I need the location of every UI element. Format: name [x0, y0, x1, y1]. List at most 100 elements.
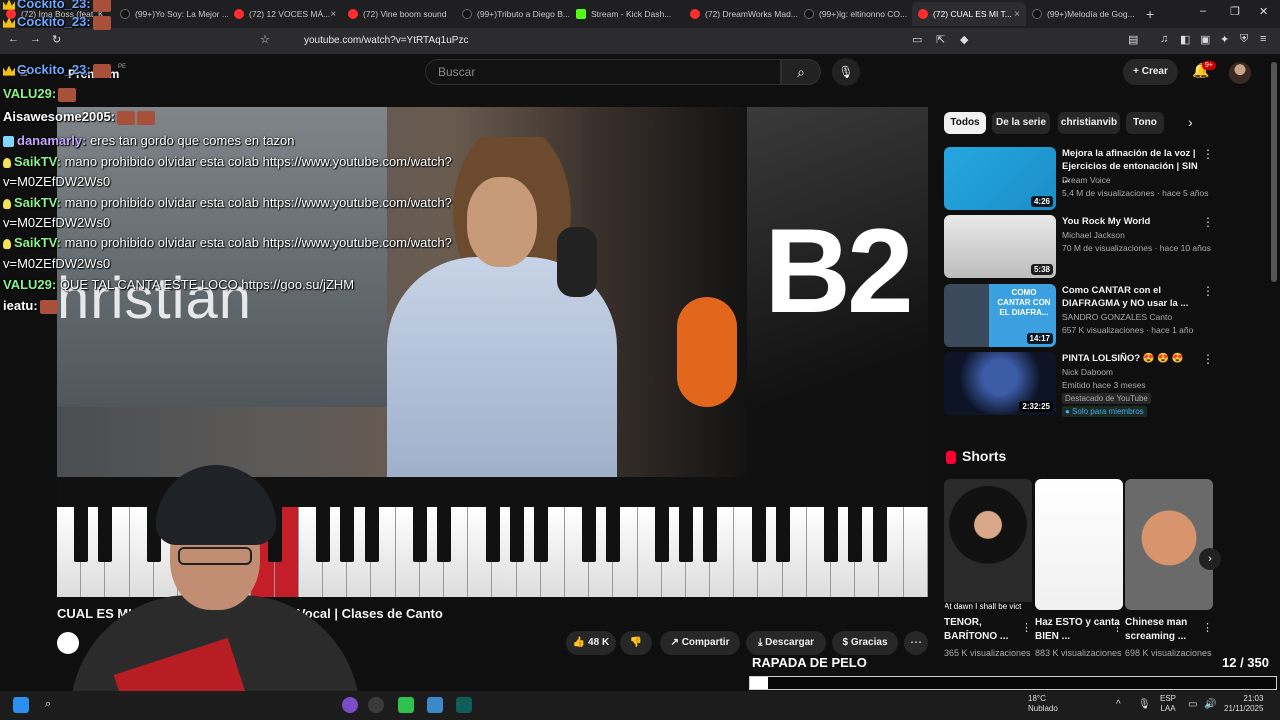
- brave-shield-icon[interactable]: ◆: [960, 33, 968, 46]
- language-indicator[interactable]: ESP LAA: [1160, 694, 1176, 714]
- browser-tab[interactable]: (72) DreamWorks Mad...: [684, 2, 798, 26]
- close-icon[interactable]: ×: [330, 9, 336, 20]
- search-button[interactable]: ⌕: [781, 59, 821, 85]
- channel-name[interactable]: Michael Jackson: [1062, 230, 1125, 240]
- monitor-icon[interactable]: [427, 697, 443, 713]
- browser-tab[interactable]: (99+)Yo Soy: La Mejor ...: [114, 2, 228, 26]
- back-icon[interactable]: ←: [8, 33, 19, 45]
- channel-name[interactable]: Nick Daboom: [1062, 367, 1113, 377]
- browser-tab[interactable]: (99+)lg: eltinonno CO...: [798, 2, 912, 26]
- search-input[interactable]: Buscar: [425, 59, 781, 85]
- obs-icon[interactable]: [368, 697, 384, 713]
- recommended-video[interactable]: COMO CANTAR CON EL DIAFRA... 14:17 Como CA…: [944, 284, 1214, 348]
- forward-icon[interactable]: →: [30, 33, 41, 45]
- system-clock[interactable]: 21:03 21/11/2025: [1224, 694, 1263, 714]
- browser-tab[interactable]: (72) 12 VOCES MÁ... ×: [228, 2, 342, 26]
- short-thumbnail[interactable]: At dawn I shall be vict: [944, 479, 1032, 610]
- video-thumbnail[interactable]: COMO CANTAR CON EL DIAFRA... 14:17: [944, 284, 1056, 347]
- shorts-next-button[interactable]: ›: [1199, 548, 1221, 570]
- short-title[interactable]: TENOR, BARÍTONO ...: [944, 616, 1032, 644]
- singer-face: [467, 177, 537, 267]
- tray-chevron-icon[interactable]: ^: [1116, 699, 1121, 710]
- more-options-icon[interactable]: ⋮: [1202, 284, 1214, 298]
- video-title[interactable]: You Rock My World: [1062, 215, 1202, 228]
- create-button[interactable]: + Crear: [1123, 59, 1178, 85]
- browser-tab[interactable]: (99+)Tributo a Diego B...: [456, 2, 570, 26]
- filter-chip[interactable]: Todos: [944, 112, 986, 134]
- sidebar-icon[interactable]: ▤: [1128, 33, 1138, 46]
- recommended-video[interactable]: 5:38 You Rock My World Michael Jackson 70 M…: [944, 215, 1214, 279]
- recommended-video[interactable]: 2:32:25 PINTA LOLSIÑO? 😍 😍 😍 Nick Daboom Em…: [944, 352, 1214, 417]
- piano-black-key: [848, 507, 863, 562]
- more-options-icon[interactable]: ⋮: [1202, 352, 1214, 366]
- media-icon[interactable]: ♫: [1160, 33, 1168, 45]
- chevron-right-icon[interactable]: ›: [1188, 114, 1193, 130]
- wallet-icon[interactable]: ▣: [1200, 33, 1210, 46]
- windows-start-icon[interactable]: [13, 697, 29, 713]
- share-button[interactable]: ↗ Compartir: [660, 631, 740, 655]
- play-icon[interactable]: [398, 697, 414, 713]
- page-scrollbar[interactable]: [1271, 62, 1277, 282]
- more-options-icon[interactable]: ⋮: [1202, 147, 1214, 161]
- network-icon[interactable]: ▭: [1188, 699, 1197, 710]
- thanks-button[interactable]: $ Gracias: [832, 631, 898, 655]
- panel-icon[interactable]: ◧: [1180, 33, 1190, 46]
- clock-date: 21/11/2025: [1224, 704, 1264, 713]
- bookmark-icon[interactable]: ☆: [260, 33, 270, 46]
- chat-message: v=M0ZEfDW2Ws0: [3, 213, 110, 233]
- browser-tab[interactable]: (72) Vine boom sound: [342, 2, 456, 26]
- short-title[interactable]: Haz ESTO y canta BIEN ...: [1035, 616, 1123, 644]
- terminal-icon[interactable]: [456, 697, 472, 713]
- minimize-icon[interactable]: –: [1200, 5, 1206, 17]
- share-icon[interactable]: ⇱: [936, 33, 945, 46]
- video-title[interactable]: Como CANTAR con el DIAFRAGMA y NO usar l…: [1062, 284, 1202, 310]
- chat-text: QUE TAL CANTA ESTE LOCO https://goo.su/j…: [56, 277, 355, 292]
- volume-icon[interactable]: 🔊: [1204, 699, 1216, 710]
- more-options-icon[interactable]: ⋮: [1112, 621, 1123, 634]
- download-button[interactable]: ⤓ Descargar: [746, 631, 826, 655]
- browser-tab[interactable]: (72) CUAL ES MI T... ×: [912, 2, 1026, 26]
- reload-icon[interactable]: ↻: [52, 33, 61, 46]
- more-options-icon[interactable]: ⋮: [1202, 621, 1213, 634]
- more-options-icon[interactable]: ⋮: [1021, 621, 1032, 634]
- browser-tab[interactable]: (99+)Melodía de Gog...: [1026, 2, 1140, 26]
- filter-chip[interactable]: De la serie: [992, 112, 1050, 134]
- chat-emote: [39, 299, 58, 314]
- more-options-icon[interactable]: ⋮: [1202, 215, 1214, 229]
- filter-chip[interactable]: Tono: [1126, 112, 1164, 134]
- piano-black-key: [606, 507, 621, 562]
- close-window-icon[interactable]: ✕: [1259, 5, 1268, 18]
- maximize-icon[interactable]: ❐: [1230, 5, 1240, 18]
- channel-name[interactable]: SANDRO GONZALES Canto: [1062, 312, 1172, 322]
- short-thumbnail[interactable]: [1035, 479, 1123, 610]
- channel-name[interactable]: Dream Voice: [1062, 175, 1111, 185]
- short-title[interactable]: Chinese man screaming ...: [1125, 616, 1213, 644]
- leo-icon[interactable]: ✦: [1220, 33, 1229, 46]
- dislike-button[interactable]: 👎: [620, 631, 652, 655]
- cast-icon[interactable]: ▭: [912, 33, 922, 46]
- short-item[interactable]: Haz ESTO y canta BIEN ... 883 K visualiza…: [1035, 479, 1123, 659]
- video-thumbnail[interactable]: 5:38: [944, 215, 1056, 278]
- short-item[interactable]: At dawn I shall be vict TENOR, BARÍTONO .…: [944, 479, 1032, 659]
- close-icon[interactable]: ×: [1014, 9, 1020, 20]
- account-avatar[interactable]: [1229, 62, 1251, 84]
- browser-tab[interactable]: Stream - Kick Dash...: [570, 2, 684, 26]
- video-thumbnail[interactable]: 4:26: [944, 147, 1056, 210]
- microphone-tray-icon[interactable]: 🎙: [1138, 699, 1151, 710]
- search-icon[interactable]: ⌕: [45, 698, 51, 711]
- short-item[interactable]: Chinese man screaming ... 698 K visualiza…: [1125, 479, 1213, 659]
- video-title[interactable]: PINTA LOLSIÑO? 😍 😍 😍: [1062, 352, 1202, 365]
- menu-icon[interactable]: ≡: [1260, 33, 1266, 45]
- app-icon[interactable]: [342, 697, 358, 713]
- weather-widget[interactable]: 18°C Nublado: [1028, 694, 1058, 714]
- filter-chip[interactable]: christianvib: [1058, 112, 1120, 134]
- url-field[interactable]: youtube.com/watch?v=YtRTAq1uPzc: [284, 32, 904, 50]
- like-button[interactable]: 👍 48 K: [566, 631, 616, 655]
- voice-search-button[interactable]: 🎙: [832, 58, 860, 86]
- vpn-icon[interactable]: ⛨: [1240, 33, 1248, 46]
- recommended-video[interactable]: 4:26 Mejora la afinación de la voz | Ejer…: [944, 147, 1214, 211]
- more-actions-button[interactable]: ⋯: [904, 631, 928, 655]
- new-tab-icon[interactable]: +: [1146, 6, 1154, 22]
- video-thumbnail[interactable]: 2:32:25: [944, 352, 1056, 415]
- short-thumbnail[interactable]: [1125, 479, 1213, 610]
